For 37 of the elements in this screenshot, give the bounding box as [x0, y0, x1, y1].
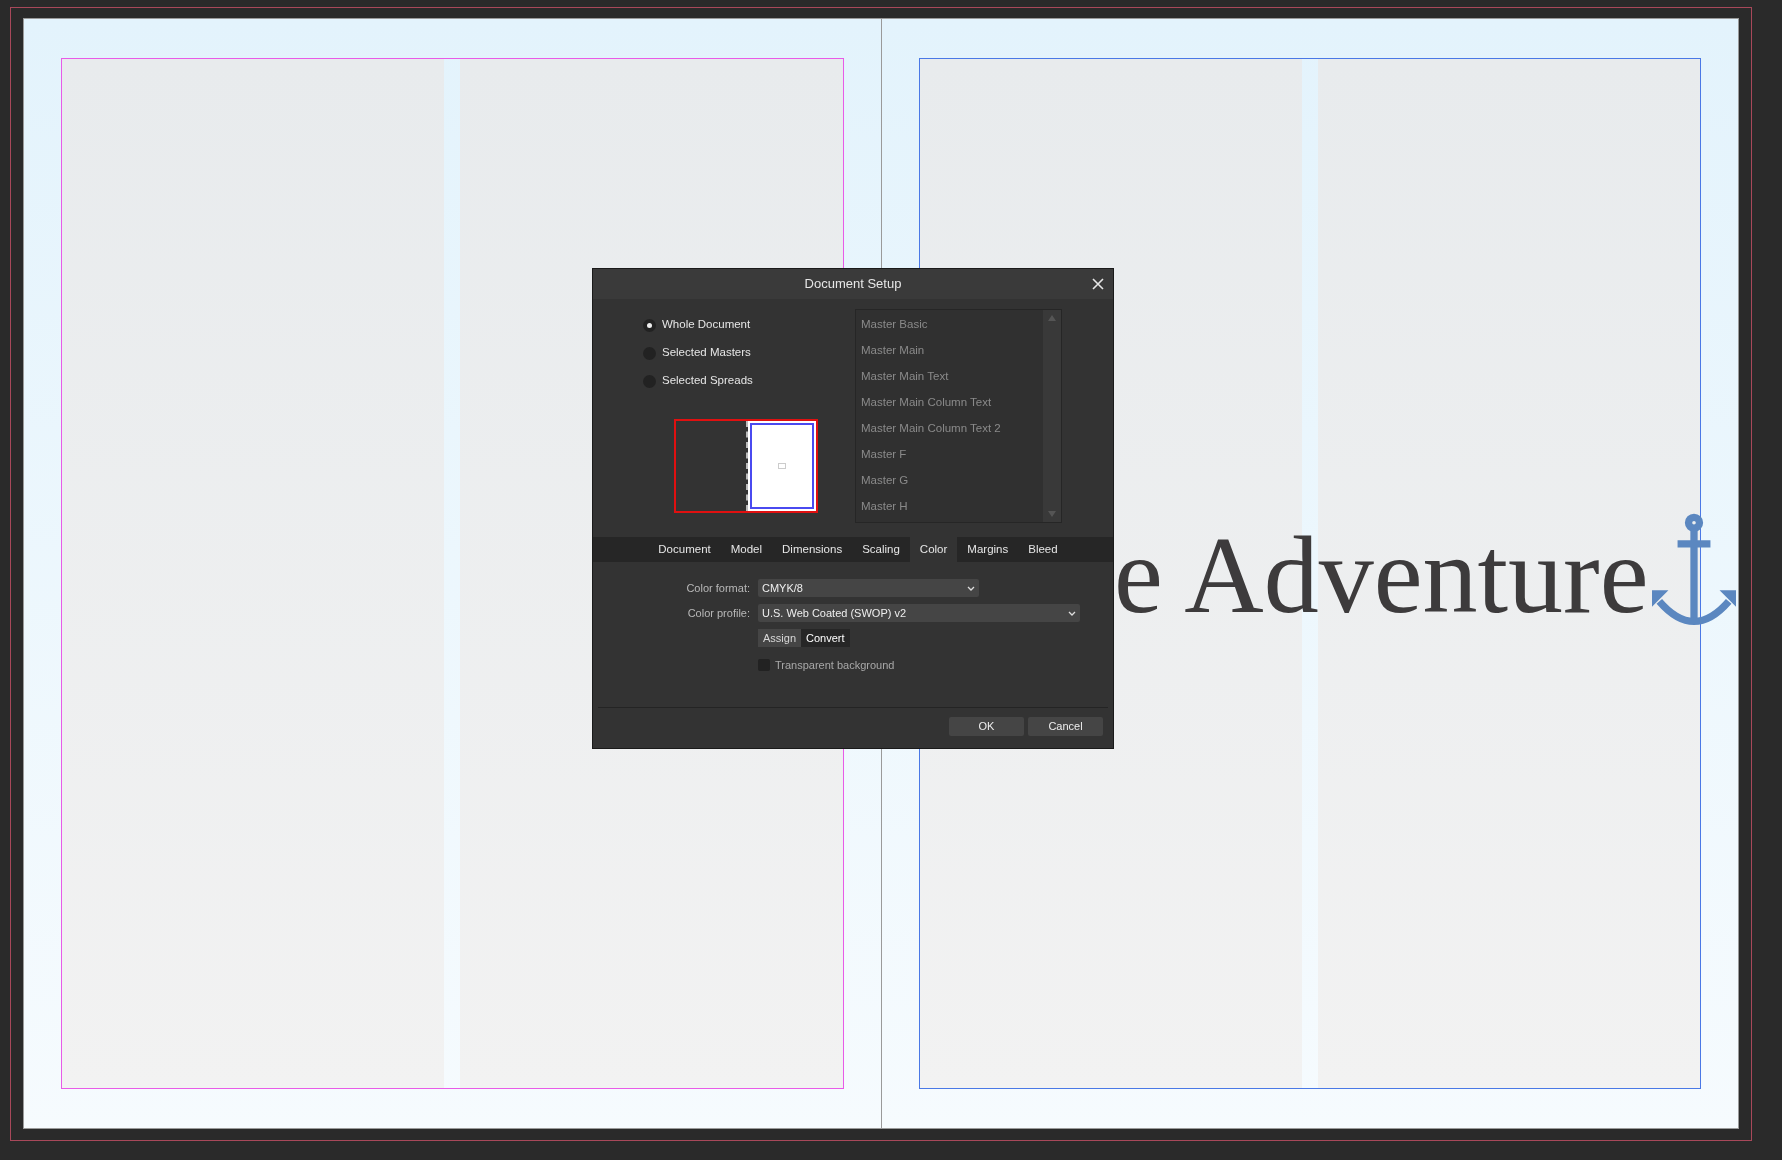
image-icon [778, 463, 786, 469]
master-item[interactable]: Master Main Text [856, 364, 1043, 390]
scroll-down-icon[interactable] [1048, 511, 1056, 517]
master-item[interactable]: Master Main [856, 338, 1043, 364]
checkbox-label[interactable]: Transparent background [775, 657, 895, 674]
mode-toggle[interactable]: Convert [801, 629, 850, 647]
master-item[interactable]: Master G [856, 468, 1043, 494]
tab[interactable]: Scaling [852, 537, 910, 562]
headline-text: e Adventure [1114, 520, 1649, 630]
tab[interactable]: Bleed [1018, 537, 1068, 562]
tab[interactable]: Document [648, 537, 721, 562]
tab[interactable]: Model [720, 537, 773, 562]
mode-toggle[interactable]: Assign [758, 629, 802, 647]
dialog-title: Document Setup [804, 275, 902, 294]
dialog-button[interactable]: OK [949, 717, 1024, 736]
scrollbar[interactable] [1043, 310, 1061, 522]
chevron-down-icon [1068, 610, 1076, 616]
master-item[interactable]: Master Basic [856, 312, 1043, 338]
close-icon[interactable] [1092, 278, 1104, 290]
radio-label[interactable]: Selected Spreads [662, 372, 753, 390]
tab[interactable]: Color [909, 537, 958, 562]
tab[interactable]: Margins [957, 537, 1019, 562]
field-label: Color profile: [686, 605, 751, 621]
chevron-down-icon [967, 585, 975, 591]
dialog-button[interactable]: Cancel [1028, 717, 1103, 736]
field-label: Color format: [685, 580, 751, 596]
radio-label[interactable]: Whole Document [662, 316, 751, 334]
scroll-up-icon[interactable] [1048, 315, 1056, 321]
master-item[interactable]: Master H [856, 494, 1043, 520]
master-item[interactable]: Master Main Column Text 2 [856, 416, 1043, 442]
master-item[interactable]: Master F [856, 442, 1043, 468]
color-format-dropdown[interactable]: CMYK/8 [758, 579, 979, 597]
radio-label[interactable]: Selected Masters [662, 344, 751, 362]
master-item[interactable]: Master Main Column Text [856, 390, 1043, 416]
color-profile-dropdown[interactable]: U.S. Web Coated (SWOP) v2 [758, 604, 1080, 622]
tab[interactable]: Dimensions [772, 537, 853, 562]
radio-button[interactable] [643, 318, 656, 332]
